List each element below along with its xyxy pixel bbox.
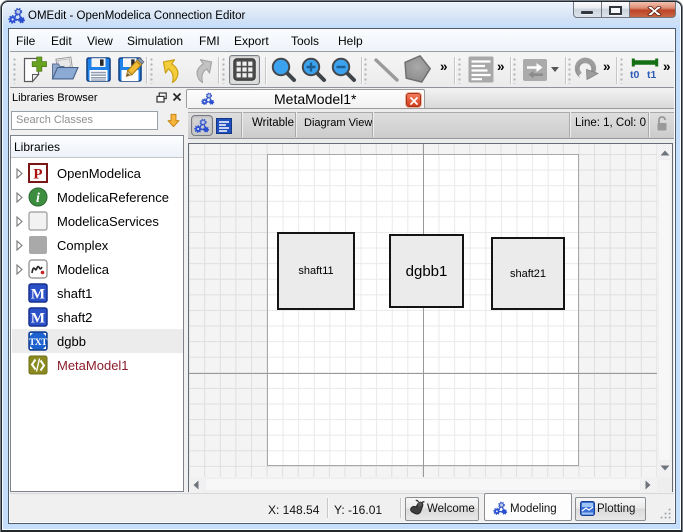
- svg-text:TXT: TXT: [29, 338, 48, 348]
- svg-text:i: i: [36, 191, 40, 206]
- svg-text:P: P: [33, 167, 42, 183]
- svg-text:t1: t1: [647, 69, 656, 81]
- svg-text:t0: t0: [630, 69, 639, 81]
- svg-text:M: M: [31, 287, 45, 303]
- svg-text:M: M: [31, 311, 45, 327]
